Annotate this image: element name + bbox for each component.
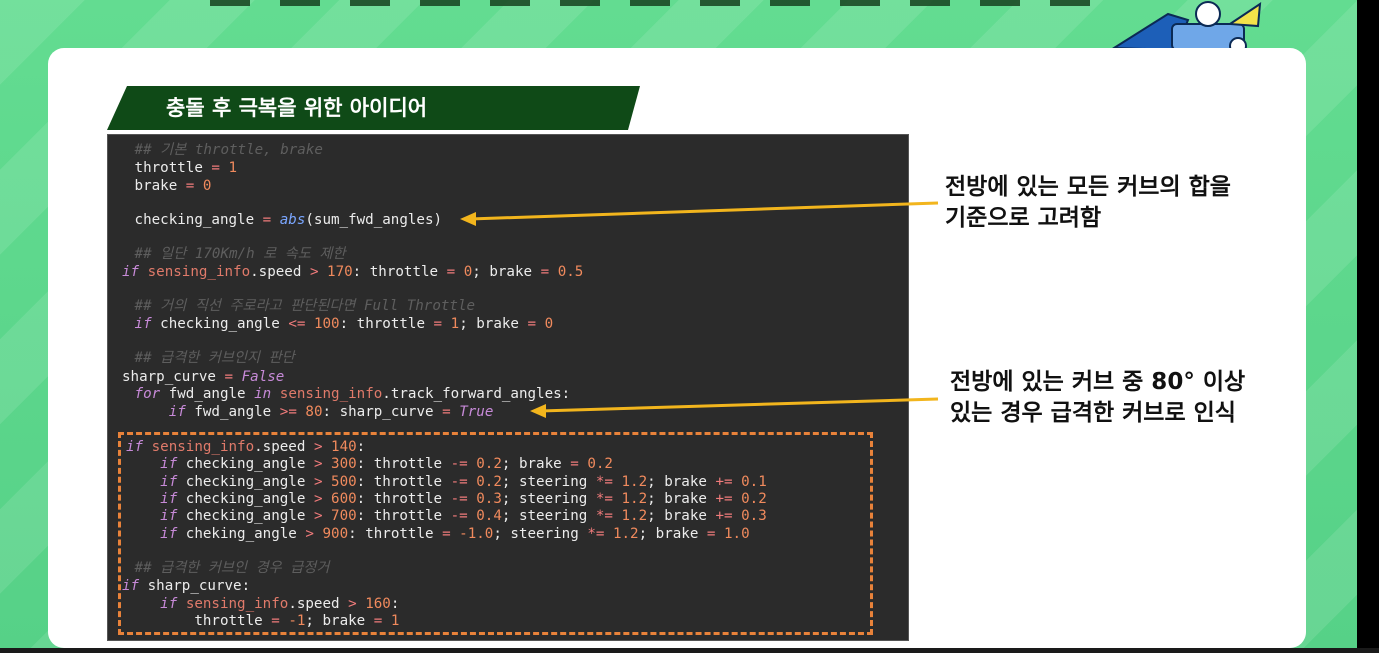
right-letterbox — [1357, 0, 1379, 653]
arrow-line-1 — [469, 201, 939, 221]
arrow-line-2 — [539, 397, 939, 413]
annotation-line: 전방에 있는 커브 중 80° 이상 — [950, 369, 1246, 395]
annotation-line: 있는 경우 급격한 커브로 인식 — [950, 400, 1236, 426]
annotation-line: 기준으로 고려함 — [945, 205, 1102, 231]
bottom-edge — [0, 648, 1379, 653]
annotation-arrows — [460, 201, 939, 418]
arrow-head-1 — [460, 212, 476, 226]
arrow-head-2 — [530, 404, 546, 418]
annotation-sum-of-curves: 전방에 있는 모든 커브의 합을 기준으로 고려함 — [945, 172, 1231, 234]
annotation-sharp-curve: 전방에 있는 커브 중 80° 이상 있는 경우 급격한 커브로 인식 — [950, 367, 1245, 429]
annotation-line: 전방에 있는 모든 커브의 합을 — [945, 174, 1231, 200]
